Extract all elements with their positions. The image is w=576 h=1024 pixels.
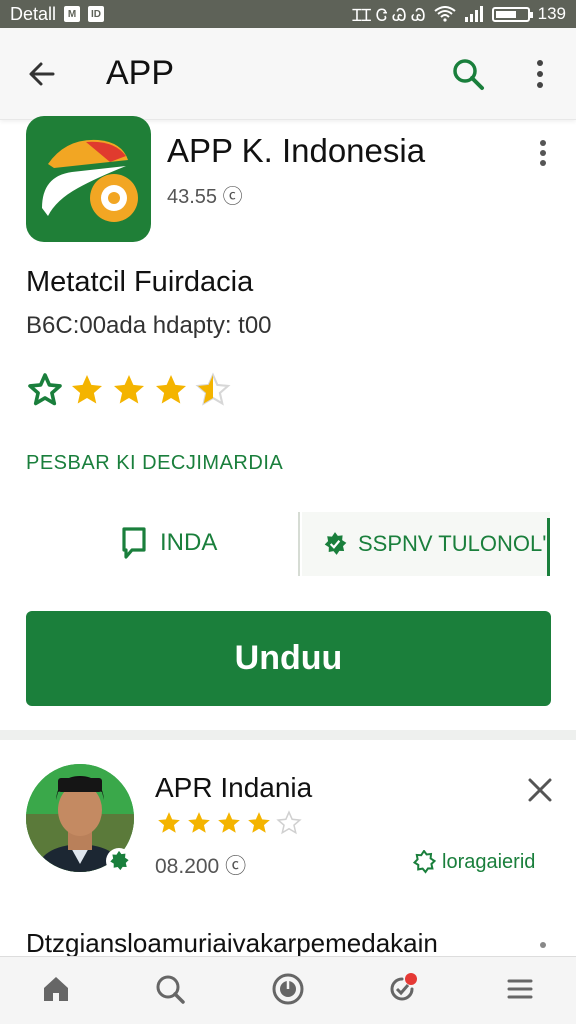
search-icon	[156, 975, 185, 1004]
bookmark-icon	[122, 527, 146, 559]
star-full-icon	[188, 812, 210, 833]
close-button[interactable]	[522, 772, 558, 808]
menu-icon	[507, 979, 533, 999]
badge-icon	[412, 850, 436, 874]
page-title: APP	[106, 54, 175, 92]
app-name: APP K. Indonesia	[167, 132, 426, 169]
star-outline-icon	[28, 373, 62, 406]
nav-updates[interactable]	[382, 969, 422, 1009]
card-downloads: 08.200 ⓒ	[155, 855, 247, 878]
clock: 139	[537, 4, 566, 23]
verified-badge-icon	[106, 848, 132, 874]
section-divider	[0, 730, 576, 740]
status-bar: Detall M ID ꞮꞮ Ꮳ Ꮚ Ꮚ 139	[0, 0, 576, 28]
app-bar: APP	[0, 28, 576, 120]
app-more-icon[interactable]	[528, 136, 558, 170]
star-full-icon	[218, 812, 240, 833]
card-title[interactable]: APR Indania	[155, 772, 312, 804]
rating-stars	[26, 372, 232, 408]
star-full-icon	[114, 375, 144, 404]
card-rating	[155, 810, 303, 836]
games-icon	[272, 973, 304, 1005]
card-link-label: loragaierid	[442, 850, 536, 873]
nav-search[interactable]	[150, 969, 190, 1009]
action-divider	[298, 512, 300, 576]
signal-icon	[464, 6, 483, 22]
notification-icon: M	[64, 6, 81, 22]
card-link[interactable]: loragaierid	[412, 850, 535, 874]
star-full-icon	[158, 812, 180, 833]
install-button[interactable]: Unduu	[26, 611, 551, 706]
home-icon	[44, 977, 68, 1001]
wifi-icon	[434, 6, 456, 22]
arrow-back-icon	[29, 62, 55, 85]
updates-icon	[390, 973, 417, 1001]
nav-home[interactable]	[36, 969, 76, 1009]
app-downloads: 43.55 ⓒ	[167, 186, 243, 208]
wishlist-button[interactable]: INDA	[120, 526, 217, 560]
notification-icon-2: ID	[88, 6, 105, 22]
close-icon	[528, 778, 552, 802]
action-edge	[547, 518, 550, 576]
carrier-label: Detall	[10, 3, 57, 24]
battery-icon	[491, 6, 533, 22]
share-label: SSPNV TULONOL'	[358, 531, 547, 556]
nav-games[interactable]	[268, 969, 308, 1009]
app-logo	[26, 116, 151, 242]
action-row: INDA SSPNV TULONOL'	[0, 512, 576, 578]
star-half-icon	[195, 372, 231, 406]
status-icons: ꞮꞮ Ꮳ Ꮚ Ꮚ	[352, 5, 426, 25]
star-full-icon	[248, 812, 270, 833]
nav-menu[interactable]	[500, 969, 540, 1009]
bottom-nav	[0, 956, 576, 1024]
star-outline-icon	[276, 810, 302, 835]
badge-icon	[324, 532, 347, 555]
more-vert-icon[interactable]	[520, 52, 560, 96]
developer-name: Metatcil Fuirdacia	[26, 266, 254, 298]
more-dot-icon	[540, 942, 546, 948]
back-button[interactable]	[20, 52, 64, 96]
description-text: Dtzgiansloamuriaivakarpemedakain	[26, 928, 438, 958]
search-icon	[453, 59, 484, 90]
app-link[interactable]: PESBAR KI DECJIMARDIA	[26, 452, 283, 475]
share-button[interactable]: SSPNV TULONOL'	[302, 512, 550, 576]
star-full-icon	[72, 375, 102, 404]
app-info: B6C:00ada hdapty: t00	[26, 312, 272, 339]
star-full-icon	[156, 375, 186, 404]
wishlist-label: INDA	[160, 529, 218, 556]
search-button[interactable]	[446, 52, 490, 96]
